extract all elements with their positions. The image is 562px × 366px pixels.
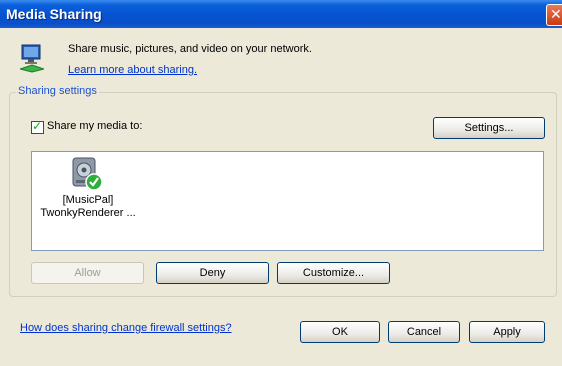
share-media-label[interactable]: Share my media to: bbox=[47, 120, 142, 132]
network-share-icon bbox=[20, 44, 44, 73]
cancel-button-label: Cancel bbox=[406, 326, 442, 338]
device-label: [MusicPal] TwonkyRenderer ... bbox=[36, 194, 140, 220]
apply-button-label: Apply bbox=[493, 326, 521, 338]
intro-text: Share music, pictures, and video on your… bbox=[68, 43, 312, 55]
allow-button[interactable]: Allow bbox=[31, 262, 144, 284]
settings-button-label: Settings... bbox=[464, 122, 514, 134]
window-title: Media Sharing bbox=[6, 6, 102, 22]
apply-button[interactable]: Apply bbox=[469, 321, 545, 343]
media-device-icon bbox=[72, 157, 103, 191]
title-bar[interactable]: Media Sharing ✕ bbox=[0, 0, 562, 28]
settings-button[interactable]: Settings... bbox=[433, 117, 545, 139]
close-icon: ✕ bbox=[550, 6, 562, 22]
checkmark-icon: ✓ bbox=[32, 119, 43, 133]
learn-more-link[interactable]: Learn more about sharing. bbox=[68, 64, 197, 76]
allow-button-label: Allow bbox=[74, 267, 101, 279]
media-sharing-dialog: Media Sharing ✕ Share music, pictures, a… bbox=[0, 0, 562, 366]
ok-button[interactable]: OK bbox=[300, 321, 380, 343]
firewall-help-link[interactable]: How does sharing change firewall setting… bbox=[20, 322, 232, 334]
device-name-line1: [MusicPal] bbox=[62, 194, 114, 206]
device-item[interactable]: [MusicPal] TwonkyRenderer ... bbox=[36, 156, 140, 226]
sharing-settings-legend: Sharing settings bbox=[16, 85, 99, 97]
close-button[interactable]: ✕ bbox=[546, 4, 562, 26]
deny-button-label: Deny bbox=[199, 267, 226, 279]
customize-button-label: Customize... bbox=[302, 267, 365, 279]
share-media-checkbox[interactable]: ✓ bbox=[31, 119, 44, 134]
deny-button[interactable]: Deny bbox=[156, 262, 269, 284]
customize-button[interactable]: Customize... bbox=[277, 262, 390, 284]
cancel-button[interactable]: Cancel bbox=[388, 321, 460, 343]
device-name-line2: TwonkyRenderer ... bbox=[40, 207, 136, 219]
ok-button-label: OK bbox=[332, 326, 348, 338]
